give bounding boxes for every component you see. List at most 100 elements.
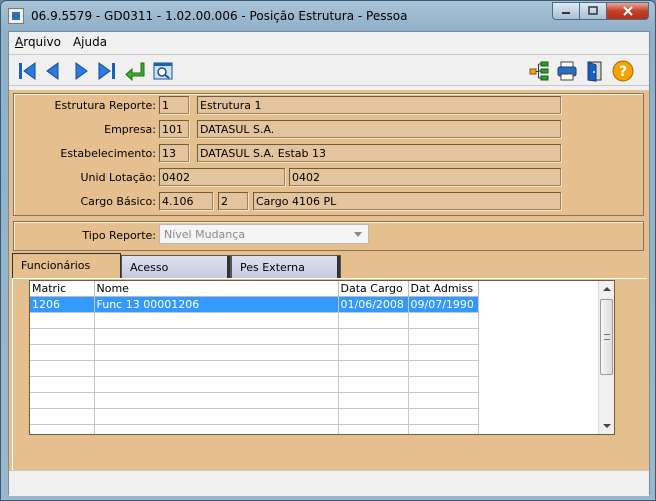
last-record-icon bbox=[98, 62, 115, 80]
table-cell bbox=[408, 376, 479, 393]
table-cell bbox=[338, 312, 409, 329]
column-header-3[interactable]: Dat Admiss bbox=[408, 281, 479, 297]
table-row-empty[interactable] bbox=[30, 312, 479, 329]
table-cell bbox=[30, 408, 95, 425]
chevron-down-icon bbox=[354, 232, 362, 237]
cargo-basico-seq-field[interactable]: 2 bbox=[218, 192, 248, 210]
tab-pes-externa-label: Pes Externa bbox=[240, 261, 305, 274]
table-cell bbox=[338, 376, 409, 393]
exit-button[interactable] bbox=[583, 59, 607, 83]
next-record-icon bbox=[75, 62, 88, 80]
next-record-button[interactable] bbox=[69, 59, 93, 83]
close-button[interactable] bbox=[606, 2, 649, 20]
cargo-basico-code-field[interactable]: 4.106 bbox=[159, 192, 213, 210]
title-bar[interactable]: 06.9.5579 - GD0311 - 1.02.00.006 - Posiç… bbox=[1, 1, 655, 31]
scroll-thumb[interactable] bbox=[600, 299, 613, 375]
table-row-empty[interactable] bbox=[30, 424, 479, 434]
table-cell bbox=[30, 376, 95, 393]
estrutura-code-field[interactable]: 1 bbox=[159, 96, 189, 114]
table-cell bbox=[408, 328, 479, 345]
menu-arquivo[interactable]: Arquivo bbox=[15, 35, 61, 49]
status-bar bbox=[9, 470, 649, 496]
minimize-button[interactable] bbox=[552, 2, 579, 20]
form-panel: Estrutura Reporte: 1 Estrutura 1 Empresa… bbox=[9, 90, 649, 496]
print-button[interactable] bbox=[555, 59, 579, 83]
column-header-1[interactable]: Nome bbox=[94, 281, 339, 297]
column-header-2[interactable]: Data Cargo bbox=[338, 281, 409, 297]
tab-acesso[interactable]: Acesso bbox=[121, 255, 231, 279]
table-cell bbox=[94, 312, 339, 329]
app-icon[interactable] bbox=[8, 8, 24, 24]
table-row-empty[interactable] bbox=[30, 344, 479, 361]
go-to-record-button[interactable] bbox=[123, 59, 147, 83]
scroll-down-icon[interactable] bbox=[603, 424, 611, 428]
first-record-button[interactable] bbox=[15, 59, 39, 83]
cargo-basico-desc-field[interactable]: Cargo 4106 PL bbox=[253, 192, 561, 210]
funcionarios-grid[interactable]: Matric Nome Data Cargo Dat Admiss 1206 Func … bbox=[29, 280, 615, 435]
table-cell bbox=[30, 344, 95, 361]
table-cell bbox=[30, 312, 95, 329]
table-cell bbox=[94, 344, 339, 361]
scroll-up-icon[interactable] bbox=[603, 287, 611, 291]
estabelecimento-desc-field[interactable]: DATASUL S.A. Estab 13 bbox=[197, 144, 561, 162]
table-cell bbox=[94, 376, 339, 393]
table-cell bbox=[94, 328, 339, 345]
table-row-empty[interactable] bbox=[30, 376, 479, 393]
help-icon: ? bbox=[612, 60, 634, 82]
application-window: 06.9.5579 - GD0311 - 1.02.00.006 - Posiç… bbox=[0, 0, 656, 501]
table-row-empty[interactable] bbox=[30, 392, 479, 409]
search-record-button[interactable] bbox=[151, 59, 175, 83]
empresa-desc-field[interactable]: DATASUL S.A. bbox=[197, 120, 561, 138]
table-cell bbox=[338, 408, 409, 425]
estrutura-label: Estrutura Reporte: bbox=[54, 99, 156, 112]
table-cell bbox=[408, 312, 479, 329]
tab-funcionarios-label: Funcionários bbox=[21, 259, 91, 272]
enter-arrow-icon bbox=[125, 62, 145, 82]
previous-record-button[interactable] bbox=[41, 59, 65, 83]
maximize-button[interactable] bbox=[579, 2, 606, 20]
toolbar: ? bbox=[9, 54, 649, 86]
table-cell bbox=[338, 360, 409, 377]
empresa-code-field[interactable]: 101 bbox=[159, 120, 189, 138]
table-row-empty[interactable] bbox=[30, 328, 479, 345]
estrutura-desc-field[interactable]: Estrutura 1 bbox=[197, 96, 561, 114]
table-row-empty[interactable] bbox=[30, 408, 479, 425]
table-cell bbox=[408, 424, 479, 434]
table-cell: 1206 bbox=[30, 296, 95, 313]
exit-door-icon bbox=[587, 61, 602, 82]
menu-bar: Arquivo Ajuda bbox=[9, 32, 649, 52]
hierarchy-button[interactable] bbox=[527, 59, 551, 83]
unid-lotacao-code-field[interactable]: 0402 bbox=[159, 168, 285, 186]
table-cell bbox=[30, 424, 95, 434]
table-cell bbox=[408, 392, 479, 409]
table-cell bbox=[408, 344, 479, 361]
cargo-basico-label: Cargo Básico: bbox=[80, 195, 156, 208]
column-header-0[interactable]: Matric bbox=[30, 281, 95, 297]
unid-lotacao-label: Unid Lotação: bbox=[80, 171, 156, 184]
estabelecimento-label: Estabelecimento: bbox=[60, 147, 156, 160]
estabelecimento-code-field[interactable]: 13 bbox=[159, 144, 189, 162]
table-cell bbox=[338, 392, 409, 409]
first-record-icon bbox=[19, 62, 36, 80]
menu-ajuda[interactable]: Ajuda bbox=[73, 35, 107, 49]
previous-record-icon bbox=[46, 62, 59, 80]
search-window-icon bbox=[153, 62, 173, 80]
tipo-reporte-select[interactable]: Nível Mudança bbox=[159, 224, 369, 244]
help-button[interactable]: ? bbox=[611, 59, 635, 83]
table-row-empty[interactable] bbox=[30, 360, 479, 377]
minimize-icon bbox=[562, 12, 570, 14]
table-cell bbox=[338, 344, 409, 361]
tab-pes-externa[interactable]: Pes Externa bbox=[231, 255, 341, 279]
svg-text:?: ? bbox=[619, 64, 627, 80]
table-row[interactable]: 1206 Func 13 00001206 01/06/2008 09/07/1990 bbox=[30, 296, 479, 313]
hierarchy-icon bbox=[529, 61, 549, 81]
empresa-label: Empresa: bbox=[104, 123, 156, 136]
tab-funcionarios[interactable]: Funcionários bbox=[12, 253, 121, 279]
table-cell bbox=[408, 360, 479, 377]
table-cell: 09/07/1990 bbox=[408, 296, 479, 313]
unid-lotacao-desc-field[interactable]: 0402 bbox=[289, 168, 561, 186]
close-icon bbox=[622, 6, 633, 16]
grid-vertical-scrollbar[interactable] bbox=[598, 281, 614, 434]
table-cell: 01/06/2008 bbox=[338, 296, 409, 313]
last-record-button[interactable] bbox=[95, 59, 119, 83]
